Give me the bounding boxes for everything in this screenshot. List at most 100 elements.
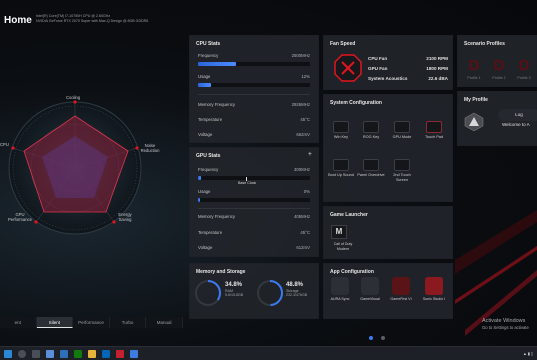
storage-ring: [257, 280, 283, 306]
boot-up-sound-toggle[interactable]: Boot Up Sound: [326, 159, 356, 178]
cpu-voltage-label: Voltage: [198, 132, 213, 137]
cpu-stats-panel: CPU Stats Frequency 2500MHz Usage 12% Me…: [189, 35, 319, 143]
scenario-profile-2[interactable]: D Profile 2: [489, 57, 509, 80]
system-tray[interactable]: ▲ ▮ ▯: [523, 351, 533, 356]
rog-profile-icon: D: [468, 57, 480, 74]
radar-label-noise-reduction: Noise Reduction: [140, 143, 160, 153]
scenario-profile-3[interactable]: D Profile 3: [514, 57, 534, 80]
gpu-temperature-label: Temperature: [198, 230, 223, 235]
gamefirst-icon: [392, 277, 410, 295]
asus-logo-icon: [464, 112, 484, 132]
page-title: Home: [4, 15, 32, 26]
gpu-stats-title: GPU Stats: [196, 153, 221, 159]
system-info: Intel(R) Core(TM) i7-10750H CPU @ 2.60GH…: [36, 14, 148, 24]
sonic-studio-icon: [425, 277, 443, 295]
login-button[interactable]: Log: [498, 109, 537, 121]
memory-storage-panel: Memory and Storage 34.8% RAM 5.6/15.8GB …: [189, 263, 319, 319]
radar-point-cooling: [73, 100, 77, 104]
file-explorer-icon[interactable]: [88, 350, 96, 358]
acoustics-value: 22.6 dBA: [428, 76, 448, 81]
cpu-frequency-bar: [198, 62, 310, 66]
cpu-fan-label: CPU Fan: [368, 56, 388, 61]
cpu-fan-value: 2100 RPM: [426, 56, 448, 61]
gpu-temperature-value: 45°C: [300, 230, 310, 235]
gpu-memory-frequency-value: 405MHz: [293, 214, 310, 219]
scenario-profile-1[interactable]: D Profile 1: [464, 57, 484, 80]
cpu-stats-title: CPU Stats: [196, 41, 221, 47]
gpu-frequency-bar: [198, 176, 310, 180]
gpu-mode-icon: [394, 121, 410, 133]
panel-overdrive-icon: [363, 159, 379, 171]
rog-profile-icon: D: [518, 57, 530, 74]
radar-label-cpu: CPU: [0, 142, 9, 147]
scenario-profiles-title: Scenario Profiles: [464, 41, 505, 47]
app-gamefirst[interactable]: GameFirst VI: [388, 277, 414, 301]
touchpad-icon: [426, 121, 442, 133]
tab-windows-default[interactable]: ent: [0, 317, 37, 328]
search-icon[interactable]: [18, 350, 26, 358]
touch-pad-label: Touch Pad: [425, 135, 443, 139]
game-launcher-title: Game Launcher: [330, 212, 368, 218]
page-dot-active[interactable]: [369, 336, 373, 340]
performance-radar: Cooling Noise Reduction Energy Saving GP…: [0, 80, 185, 255]
gpu-fan-value: 1800 RPM: [426, 66, 448, 71]
game-title: Call of Duty Modern: [333, 242, 353, 251]
cpu-memory-frequency-value: 2926MHz: [291, 102, 310, 107]
gamefirst-label: GameFirst VI: [390, 297, 412, 301]
win-key-toggle[interactable]: Win Key: [326, 121, 356, 140]
game-cod-icon[interactable]: M: [331, 225, 347, 239]
welcome-text: Welcome to A: [502, 122, 530, 127]
sonic-studio-label: Sonic Studio I: [422, 297, 446, 301]
page-dot[interactable]: [381, 336, 385, 340]
tab-manual[interactable]: Manual: [146, 317, 183, 328]
widgets-icon[interactable]: [46, 350, 54, 358]
app-configuration-panel: App Configuration AURA Sync GameVisual G…: [323, 263, 453, 319]
cpu-frequency-value: 2500MHz: [291, 53, 310, 58]
gpu-usage-fill: [198, 198, 201, 202]
second-touch-screen-toggle[interactable]: 2nd Touch Screen: [387, 159, 417, 182]
gamevisual-label: GameVisual: [360, 297, 380, 301]
my-profile-title: My Profile: [464, 97, 488, 103]
gpu-mode-toggle[interactable]: GPU Mode: [387, 121, 417, 140]
gpu-usage-bar: [198, 198, 310, 202]
store-icon[interactable]: [102, 350, 110, 358]
task-view-icon[interactable]: [32, 350, 40, 358]
gpu-memory-frequency-label: Memory Frequency: [198, 214, 236, 219]
activate-sub: Go to Settings to activate: [482, 324, 529, 330]
win-key-label: Win Key: [333, 135, 349, 139]
screen-icon: [394, 159, 410, 171]
tab-silent[interactable]: Silent: [36, 317, 74, 328]
cpu-usage-bar: [198, 83, 310, 87]
windows-start-icon[interactable]: [4, 350, 12, 358]
second-touch-screen-label: 2nd Touch Screen: [393, 173, 411, 182]
fan-icon: [334, 54, 362, 82]
base-clock-marker: [246, 177, 247, 181]
profile-2-label: Profile 2: [492, 76, 506, 80]
settings-icon[interactable]: [130, 350, 138, 358]
gpu-fan-label: GPU Fan: [368, 66, 388, 71]
app-gamevisual[interactable]: GameVisual: [357, 277, 383, 301]
armoury-crate-window: Home Intel(R) Core(TM) i7-10750H CPU @ 2…: [0, 0, 537, 360]
gpu-frequency-label: Frequency: [198, 167, 219, 172]
edge-icon[interactable]: [60, 350, 68, 358]
gpu-voltage-label: Voltage: [198, 245, 213, 250]
armoury-crate-taskbar-icon[interactable]: [116, 350, 124, 358]
cpu-temperature-value: 45°C: [300, 117, 310, 122]
expand-icon[interactable]: +: [308, 151, 312, 158]
cpu-memory-frequency-label: Memory Frequency: [198, 102, 236, 107]
scenario-profiles-panel: Scenario Profiles D Profile 1 D Profile …: [457, 35, 537, 87]
tab-turbo[interactable]: Turbo: [109, 317, 147, 328]
xbox-icon[interactable]: [74, 350, 82, 358]
operating-mode-tabs: ent Silent Performance Turbo Manual: [0, 317, 183, 328]
cpu-frequency-fill: [198, 62, 237, 66]
rog-key-toggle[interactable]: ROG Key: [356, 121, 386, 140]
panel-overdrive-toggle[interactable]: Panel Overdrive: [356, 159, 386, 178]
tab-performance[interactable]: Performance: [73, 317, 110, 328]
app-sonic-studio[interactable]: Sonic Studio I: [421, 277, 447, 301]
cpu-usage-value: 12%: [301, 74, 310, 79]
app-aura-sync[interactable]: AURA Sync: [327, 277, 353, 301]
gpu-usage-value: 0%: [303, 189, 310, 194]
cpu-usage-fill: [198, 83, 212, 87]
rog-profile-icon: D: [493, 57, 505, 74]
touch-pad-toggle[interactable]: Touch Pad: [419, 121, 449, 140]
